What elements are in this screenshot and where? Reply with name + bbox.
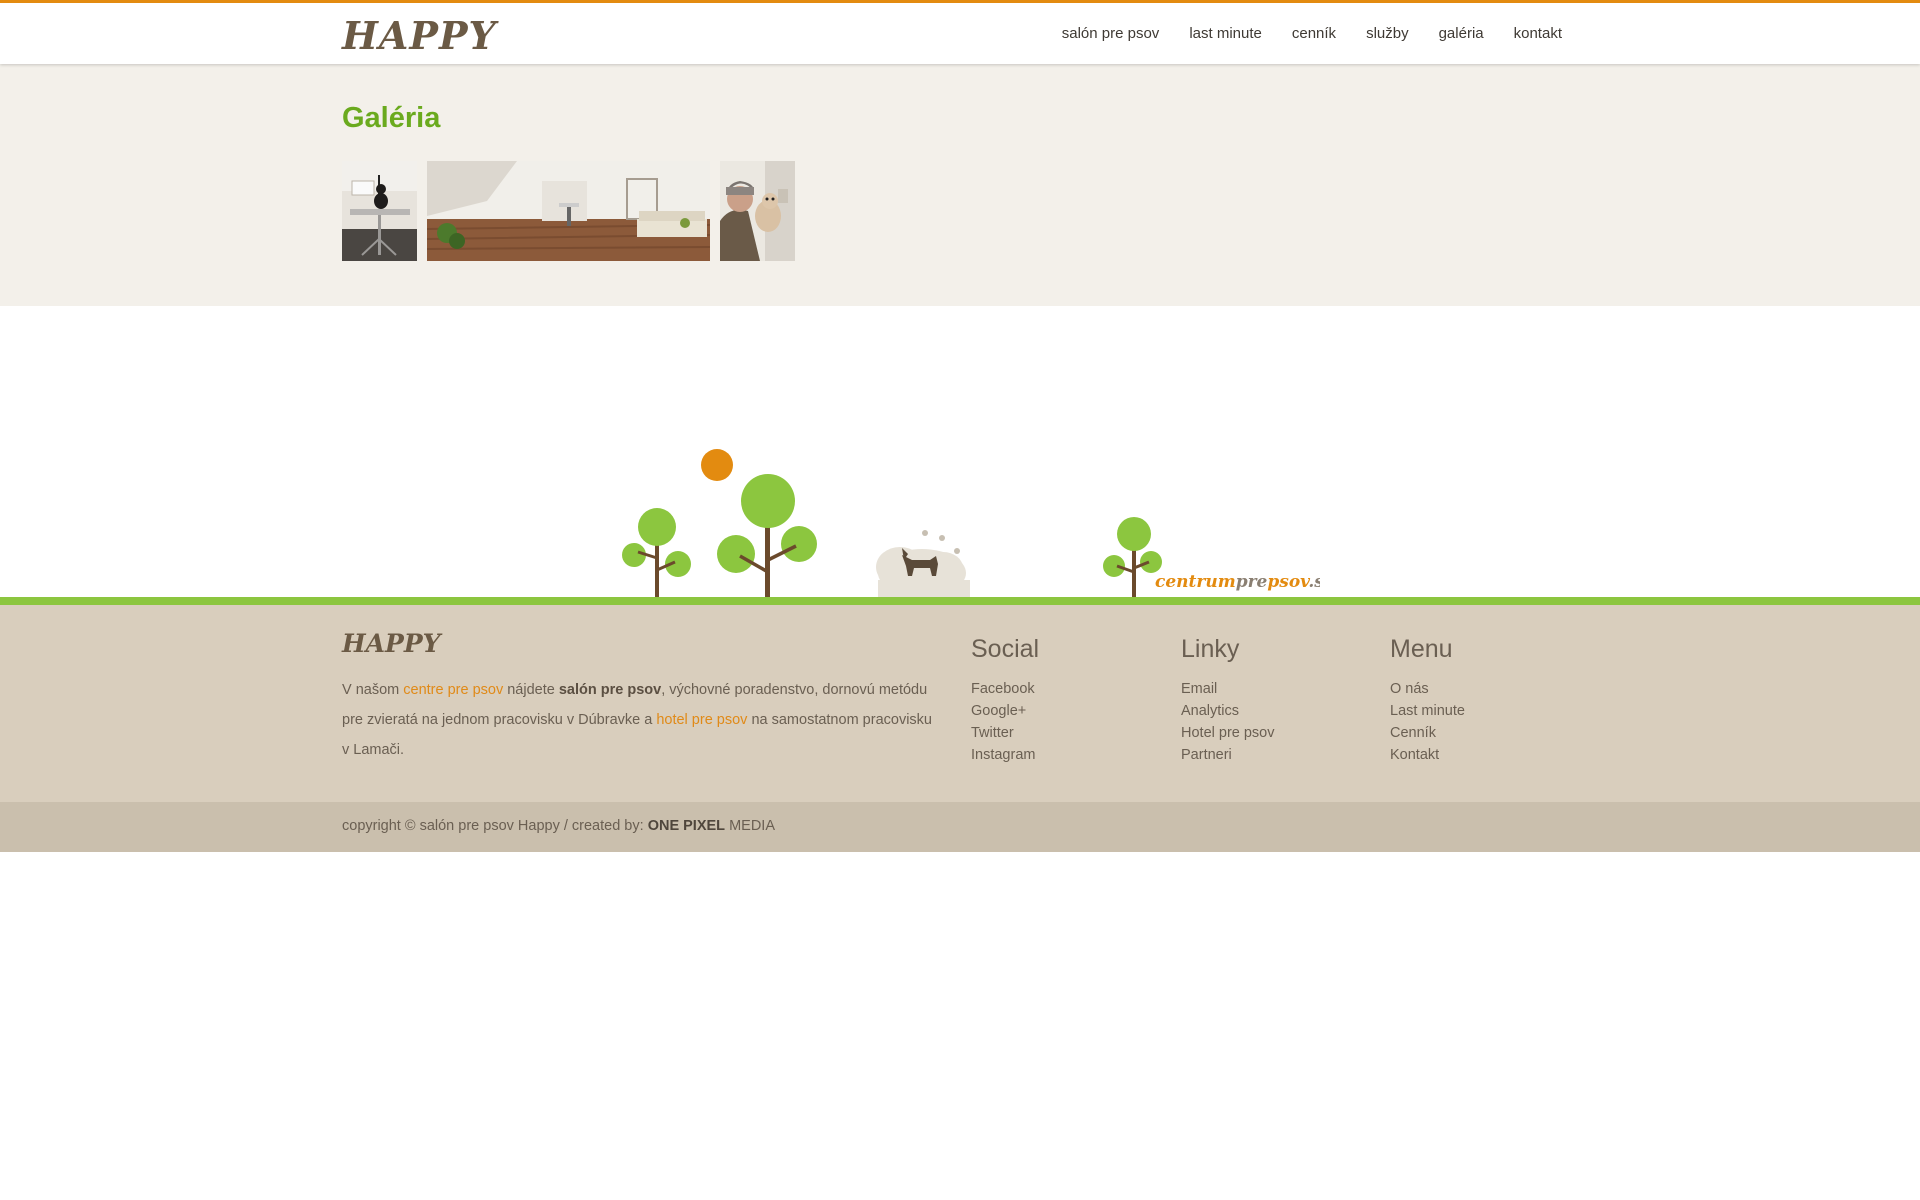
footer-menu-column: Menu O nás Last minute Cenník Kontakt [1390, 635, 1465, 766]
footer-divider [0, 597, 1920, 605]
credit-one-pixel[interactable]: ONE PIXEL [648, 818, 725, 834]
footer-menu-kontakt[interactable]: Kontakt [1390, 744, 1465, 766]
page-title: Galéria [342, 102, 441, 134]
trees-dog-illustration: centrumprepsov.sk [622, 449, 1336, 598]
social-link-googleplus[interactable]: Google+ [971, 700, 1039, 722]
nav-item-cennik[interactable]: cenník [1292, 25, 1336, 42]
footer-social-column: Social Facebook Google+ Twitter Instagra… [971, 635, 1039, 766]
footer-link-analytics[interactable]: Analytics [1181, 700, 1275, 722]
footer-about-text: V našom centre pre psov nájdete salón pr… [342, 682, 932, 758]
nav-item-sluzby[interactable]: služby [1366, 25, 1409, 42]
copyright-text: copyright © salón pre psov Happy / creat… [342, 818, 775, 834]
gallery-thumbnails [342, 161, 795, 261]
footer-link-partneri[interactable]: Partneri [1181, 744, 1275, 766]
footer-link-email[interactable]: Email [1181, 678, 1275, 700]
footer-links-column: Linky Email Analytics Hotel pre psov Par… [1181, 635, 1275, 766]
brand-pre: pre [1236, 572, 1268, 592]
brand-centrum: centrum [1155, 572, 1236, 592]
link-centre-pre-psov[interactable]: centre pre psov [403, 682, 503, 698]
menu-heading: Menu [1390, 635, 1453, 663]
gallery-thumb-grooming-table[interactable] [342, 161, 417, 261]
svg-text:centrumprepsov.sk: centrumprepsov.sk [1155, 572, 1320, 592]
nav-item-galeria[interactable]: galéria [1439, 25, 1484, 42]
social-link-instagram[interactable]: Instagram [971, 744, 1039, 766]
footer-menu-last-minute[interactable]: Last minute [1390, 700, 1465, 722]
social-heading: Social [971, 635, 1040, 663]
nav-item-last-minute[interactable]: last minute [1189, 25, 1262, 42]
nav-item-salon[interactable]: salón pre psov [1062, 25, 1160, 42]
social-link-facebook[interactable]: Facebook [971, 678, 1039, 700]
brand-psov: psov [1267, 572, 1311, 592]
top-navbar: HAPPY salón pre psov last minute cenník … [0, 0, 1920, 64]
footer-logo[interactable]: HAPPY [342, 629, 440, 658]
main-nav: salón pre psov last minute cenník služby… [1062, 25, 1562, 42]
gallery-thumb-salon-interior[interactable] [427, 161, 710, 261]
link-hotel-pre-psov[interactable]: hotel pre psov [656, 712, 747, 728]
footer-menu-o-nas[interactable]: O nás [1390, 678, 1465, 700]
gallery-section: Galéria [0, 64, 1920, 306]
nav-item-kontakt[interactable]: kontakt [1514, 25, 1562, 42]
copyright-bar: copyright © salón pre psov Happy / creat… [0, 802, 1920, 852]
site-footer: HAPPY V našom centre pre psov nájdete sa… [0, 605, 1920, 802]
social-link-twitter[interactable]: Twitter [971, 722, 1039, 744]
links-heading: Linky [1181, 635, 1240, 663]
site-logo[interactable]: HAPPY [342, 13, 497, 58]
footer-menu-cennik[interactable]: Cenník [1390, 722, 1465, 744]
footer-link-hotel[interactable]: Hotel pre psov [1181, 722, 1275, 744]
brand-tld: .sk [1308, 572, 1320, 592]
gallery-thumb-man-with-puppy[interactable] [720, 161, 795, 261]
footer-illustration: centrumprepsov.sk [600, 440, 1336, 600]
